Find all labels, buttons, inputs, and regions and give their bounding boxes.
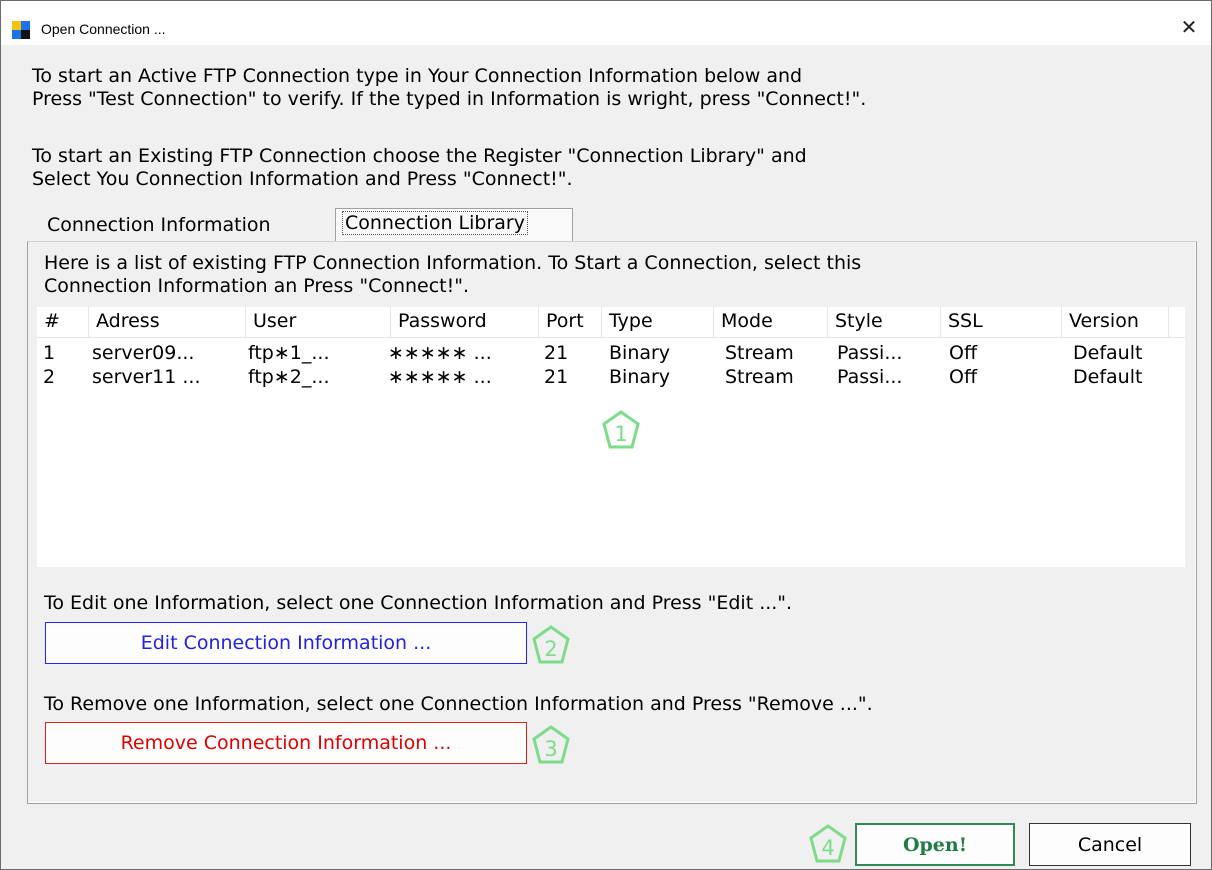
cell-user: ftp∗2_... [248,366,330,388]
app-icon [12,21,30,39]
cell-type: Binary [609,342,671,364]
cell-password: ∗∗∗∗∗ ... [388,366,492,388]
column-header-user[interactable]: User [246,307,391,338]
callout-4-pentagon-icon: 4 [809,824,847,863]
list-header: # Adress User Password Port Type Mode St… [37,307,1185,338]
library-description-line-2: Connection Information an Press "Connect… [44,275,470,297]
column-header-port[interactable]: Port [539,307,602,338]
cell-adress: server09... [92,342,195,364]
remove-connection-button[interactable]: Remove Connection Information ... [45,722,527,764]
cell-version: Default [1073,342,1143,364]
connection-library-panel: Here is a list of existing FTP Connectio… [27,241,1197,804]
intro-line-3: To start an Existing FTP Connection choo… [32,145,807,167]
table-row[interactable]: 1 server09... ftp∗1_... ∗∗∗∗∗ ... 21 Bin… [37,342,1185,366]
column-header-number[interactable]: # [37,307,89,338]
cell-number: 2 [43,366,56,388]
column-header-adress[interactable]: Adress [89,307,246,338]
connection-list[interactable]: # Adress User Password Port Type Mode St… [37,307,1185,567]
cell-adress: server11 ... [92,366,201,388]
column-header-password[interactable]: Password [391,307,539,338]
callout-1-pentagon-icon: 1 [602,410,640,449]
cell-number: 1 [43,342,56,364]
tab-connection-library[interactable]: Connection Library [335,208,573,242]
column-header-ssl[interactable]: SSL [941,307,1062,338]
cell-version: Default [1073,366,1143,388]
column-header-version[interactable]: Version [1062,307,1169,338]
edit-instructions: To Edit one Information, select one Conn… [44,592,793,614]
callout-3-label: 3 [544,737,557,761]
cell-port: 21 [544,342,569,364]
window-title: Open Connection ... [41,21,166,37]
tab-connection-library-label: Connection Library [342,211,528,235]
callout-2-pentagon-icon: 2 [532,625,570,664]
close-icon: ✕ [1180,15,1198,39]
cell-port: 21 [544,366,569,388]
callout-3-pentagon-icon: 3 [532,725,570,764]
library-description-line-1: Here is a list of existing FTP Connectio… [44,252,862,274]
cell-style: Passi... [837,342,903,364]
cell-style: Passi... [837,366,903,388]
title-bar: Open Connection ... ✕ [1,1,1211,45]
intro-line-1: To start an Active FTP Connection type i… [32,65,803,87]
tab-connection-information[interactable]: Connection Information [47,214,271,240]
cancel-button[interactable]: Cancel [1029,823,1191,866]
table-row[interactable]: 2 server11 ... ftp∗2_... ∗∗∗∗∗ ... 21 Bi… [37,366,1185,390]
cell-ssl: Off [949,342,978,364]
cell-mode: Stream [725,342,794,364]
cell-password: ∗∗∗∗∗ ... [388,342,492,364]
cell-ssl: Off [949,366,978,388]
column-header-type[interactable]: Type [602,307,714,338]
column-header-mode[interactable]: Mode [714,307,828,338]
intro-line-2: Press "Test Connection" to verify. If th… [32,88,867,110]
callout-2-label: 2 [544,637,557,661]
remove-instructions: To Remove one Information, select one Co… [44,693,873,715]
callout-4-label: 4 [821,836,834,860]
open-connection-dialog: Open Connection ... ✕ To start an Active… [0,0,1212,870]
cell-type: Binary [609,366,671,388]
open-button[interactable]: Open! [855,823,1015,866]
callout-1-label: 1 [614,422,627,446]
edit-connection-button[interactable]: Edit Connection Information ... [45,622,527,664]
cell-user: ftp∗1_... [248,342,330,364]
close-button[interactable]: ✕ [1167,9,1211,45]
intro-line-4: Select You Connection Information and Pr… [32,168,573,190]
cell-mode: Stream [725,366,794,388]
column-header-style[interactable]: Style [828,307,941,338]
